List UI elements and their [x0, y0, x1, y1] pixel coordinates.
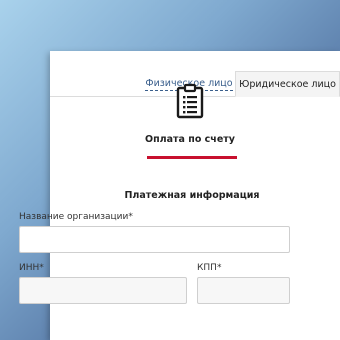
kpp-label: КПП*	[197, 263, 221, 273]
organization-name-label: Название организации*	[19, 212, 133, 222]
organization-name-label-text: Название организации	[19, 212, 129, 222]
required-mark: *	[128, 212, 133, 222]
payment-method-option[interactable]	[145, 83, 235, 119]
inn-input[interactable]	[19, 277, 187, 304]
inn-label-text: ИНН	[19, 263, 40, 273]
tab-legal-entity[interactable]: Юридическое лицо	[235, 71, 340, 97]
organization-name-input[interactable]	[19, 226, 290, 253]
section-title: Платежная информация	[124, 190, 260, 201]
kpp-input[interactable]	[197, 277, 290, 304]
clipboard-icon	[176, 83, 204, 119]
required-mark: *	[39, 263, 44, 273]
payment-method-selected-indicator	[147, 156, 237, 159]
payment-method-label[interactable]: Оплата по счету	[130, 134, 250, 145]
inn-label: ИНН*	[19, 263, 44, 273]
tab-legal-entity-label: Юридическое лицо	[239, 79, 336, 90]
kpp-label-text: КПП	[197, 263, 217, 273]
required-mark: *	[216, 263, 222, 273]
